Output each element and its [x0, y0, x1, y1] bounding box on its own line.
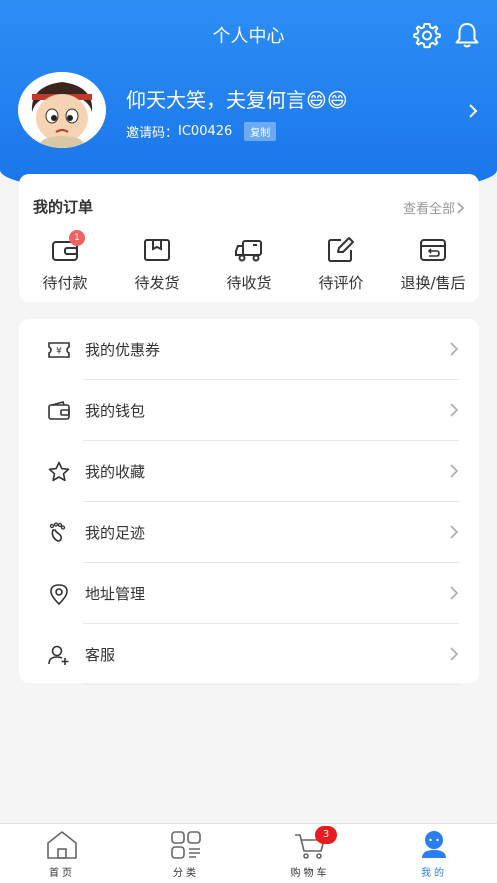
tab-label: 分类	[173, 868, 199, 879]
cart-badge: 3	[315, 826, 337, 844]
view-all-orders-link[interactable]: 查看全部	[403, 198, 465, 217]
menu-label: 地址管理	[85, 585, 146, 603]
menu-item-wallet[interactable]: 我的钱包	[19, 380, 479, 441]
wallet-icon	[48, 401, 70, 420]
order-pending-review[interactable]: 待评价	[295, 236, 387, 293]
invite-code: IC00426	[178, 124, 233, 139]
bell-icon[interactable]	[452, 20, 482, 50]
order-pending-receipt[interactable]: 待收货	[203, 236, 295, 293]
wallet-icon: 1	[50, 230, 85, 264]
home-icon	[45, 830, 79, 860]
menu-label: 我的钱包	[85, 402, 146, 420]
menu-label: 我的足迹	[85, 524, 146, 542]
order-label: 待发货	[134, 274, 180, 292]
menu-item-coupons[interactable]: ¥ 我的优惠券	[19, 319, 479, 380]
svg-text:¥: ¥	[56, 347, 62, 357]
order-label: 待付款	[42, 274, 88, 292]
coupon-icon: ¥	[48, 342, 70, 358]
order-label: 退换/售后	[400, 274, 466, 292]
order-label: 待收货	[226, 274, 272, 292]
chevron-right-icon[interactable]	[466, 102, 480, 120]
cart-icon: 3	[293, 826, 337, 860]
menu-label: 我的收藏	[85, 463, 146, 481]
edit-icon	[326, 236, 356, 264]
footprint-icon	[49, 522, 66, 542]
invite-code-row: 邀请码： IC00426 复制	[126, 122, 277, 141]
menu-card: ¥ 我的优惠券 我的钱包 我的收藏 我的足迹 地址管理 客服	[19, 319, 479, 685]
menu-item-footprints[interactable]: 我的足迹	[19, 502, 479, 563]
tab-label: 首页	[49, 868, 75, 879]
menu-item-customer-service[interactable]: 客服	[19, 624, 479, 685]
star-icon	[48, 461, 70, 482]
tab-label: 我的	[421, 868, 447, 879]
order-label: 待评价	[318, 274, 364, 292]
order-after-sales[interactable]: 退换/售后	[387, 236, 479, 293]
pending-payment-badge: 1	[69, 230, 85, 246]
orders-title: 我的订单	[33, 198, 94, 216]
chevron-right-icon	[450, 403, 459, 417]
order-pending-payment[interactable]: 1 待付款	[19, 230, 111, 293]
menu-item-favorites[interactable]: 我的收藏	[19, 441, 479, 502]
tab-home[interactable]: 首页	[22, 830, 102, 879]
chevron-right-icon	[450, 464, 459, 478]
chevron-right-icon	[450, 342, 459, 356]
username: 仰天大笑，夫复何言😄😄	[126, 88, 348, 112]
tab-cart[interactable]: 3 购物车	[270, 826, 350, 879]
divider	[83, 684, 459, 685]
profile-icon	[417, 830, 451, 860]
chevron-right-icon	[450, 525, 459, 539]
location-icon	[50, 584, 68, 606]
chevron-right-icon	[457, 201, 465, 214]
menu-label: 客服	[85, 646, 116, 664]
menu-item-address[interactable]: 地址管理	[19, 563, 479, 624]
category-icon	[169, 830, 203, 860]
tab-category[interactable]: 分类	[146, 830, 226, 879]
menu-label: 我的优惠券	[85, 341, 161, 359]
avatar[interactable]	[18, 72, 106, 148]
invite-label: 邀请码：	[126, 126, 179, 141]
copy-button[interactable]: 复制	[244, 122, 277, 141]
customer-service-icon	[48, 645, 69, 665]
view-all-label: 查看全部	[402, 202, 455, 217]
return-icon	[418, 236, 448, 264]
chevron-right-icon	[450, 647, 459, 661]
tab-label: 购物车	[290, 868, 330, 879]
chevron-right-icon	[450, 586, 459, 600]
truck-icon	[234, 236, 264, 264]
gear-icon[interactable]	[412, 20, 442, 50]
orders-card: 我的订单 查看全部 1 待付款 待发货 待收货 待评价 退换/售后	[19, 174, 479, 302]
package-icon	[142, 236, 172, 264]
order-pending-shipment[interactable]: 待发货	[111, 236, 203, 293]
tab-profile[interactable]: 我的	[394, 830, 474, 879]
bottom-tab-bar: 首页 分类 3 购物车 我的	[0, 823, 497, 883]
